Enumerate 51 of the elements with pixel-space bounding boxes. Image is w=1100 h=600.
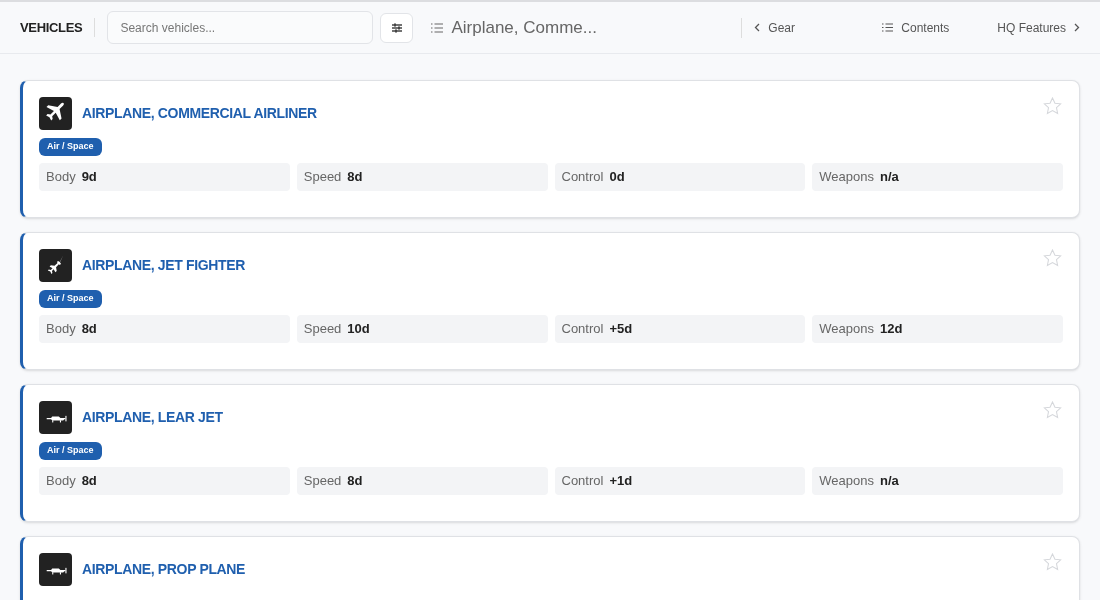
stat-value: 10d <box>347 320 370 339</box>
list-icon <box>882 23 894 32</box>
stat-label: Control <box>561 320 604 339</box>
stat-label: Speed <box>303 472 342 491</box>
stat-value: 9d <box>81 168 97 187</box>
airplane-icon <box>39 401 72 434</box>
stat-label: Weapons <box>819 320 874 339</box>
stat-value: 8d <box>81 320 97 339</box>
previous-link[interactable]: Gear <box>754 18 883 37</box>
category-tag: Air / Space <box>39 442 102 460</box>
vehicle-title[interactable]: AIRPLANE, LEAR JET <box>82 407 223 428</box>
airplane-icon <box>39 553 72 586</box>
stat-label: Weapons <box>819 472 874 491</box>
stat-label: Body <box>46 472 76 491</box>
stat-label: Control <box>561 168 604 187</box>
contents-link[interactable]: Contents <box>882 18 998 37</box>
category-tag: Air / Space <box>39 138 102 156</box>
stat-value: n/a <box>879 168 899 187</box>
category-tag: Air / Space <box>39 290 102 308</box>
stat-label: Weapons <box>819 168 874 187</box>
sliders-icon <box>390 22 403 33</box>
stat-value: n/a <box>879 472 899 491</box>
airplane-icon <box>39 97 72 130</box>
chevron-right-icon <box>1074 23 1080 32</box>
favorite-star-icon[interactable] <box>1043 249 1062 267</box>
favorite-star-icon[interactable] <box>1043 97 1062 115</box>
stat-label: Speed <box>303 320 342 339</box>
stat-value: 8d <box>81 472 97 491</box>
current-page-title: Airplane, Comme... <box>451 16 597 39</box>
stat-value: 8d <box>347 168 363 187</box>
airplane-icon <box>39 249 72 282</box>
vehicle-title[interactable]: AIRPLANE, JET FIGHTER <box>82 255 245 276</box>
favorite-star-icon[interactable] <box>1043 401 1062 419</box>
stat-label: Body <box>46 168 76 187</box>
stat-value: 8d <box>347 472 363 491</box>
page-title: VEHICLES <box>20 17 96 38</box>
stat-label: Control <box>561 472 604 491</box>
search-field[interactable]: Search vehicles... <box>107 11 374 44</box>
list-icon <box>431 22 444 33</box>
stat-label: Speed <box>303 168 342 187</box>
vehicle-title[interactable]: AIRPLANE, COMMERCIAL AIRLINER <box>82 103 317 124</box>
chevron-left-icon <box>754 23 761 32</box>
stat-value: 12d <box>879 320 903 339</box>
stat-value: 0d <box>609 168 625 187</box>
vehicle-title[interactable]: AIRPLANE, PROP PLANE <box>82 559 246 580</box>
favorite-star-icon[interactable] <box>1043 553 1062 571</box>
next-link[interactable]: HQ Features <box>997 18 1080 37</box>
stat-value: +5d <box>609 320 633 339</box>
stat-label: Body <box>46 320 76 339</box>
stat-value: +1d <box>609 472 633 491</box>
filter-button[interactable] <box>380 12 414 43</box>
